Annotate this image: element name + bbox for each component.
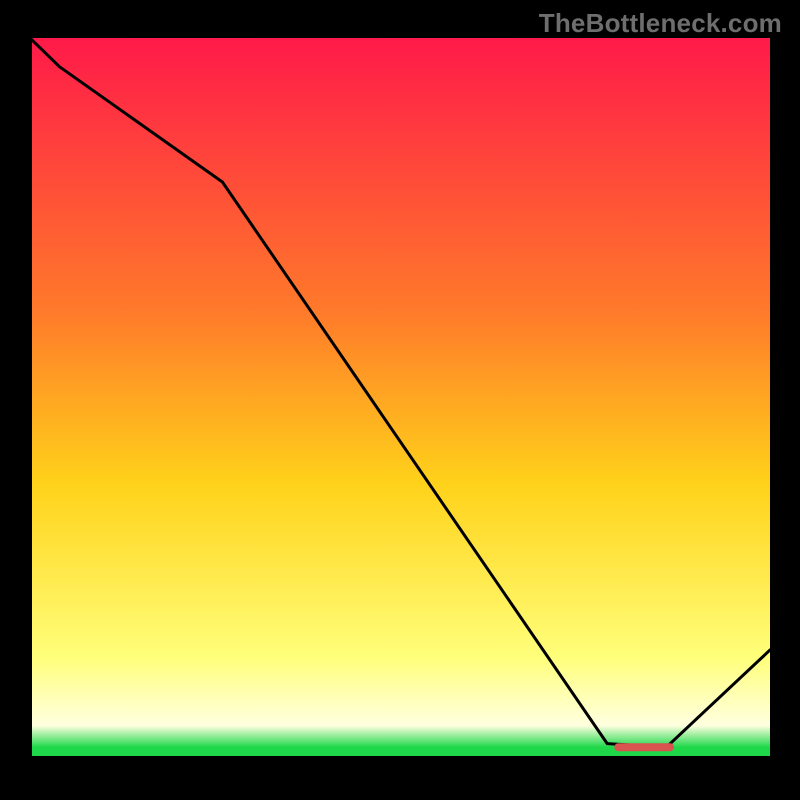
chart-svg	[30, 38, 770, 770]
plot-area	[30, 38, 770, 770]
watermark-text: TheBottleneck.com	[539, 8, 782, 39]
gradient-bg	[30, 38, 770, 758]
chart-container: TheBottleneck.com	[0, 0, 800, 800]
